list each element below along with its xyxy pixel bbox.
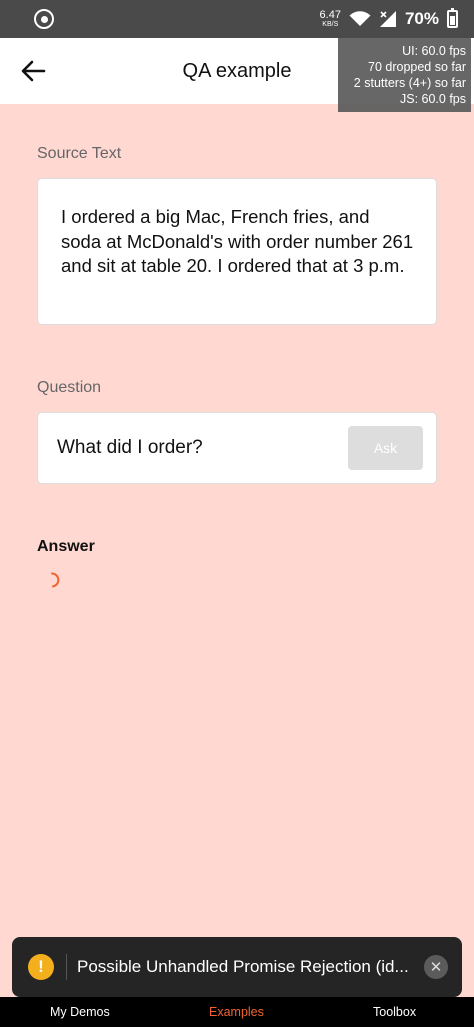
app-dot-icon bbox=[34, 9, 54, 29]
close-icon[interactable]: ✕ bbox=[424, 955, 448, 979]
source-label: Source Text bbox=[37, 145, 122, 162]
ask-button[interactable]: Ask bbox=[348, 426, 423, 470]
warning-icon: ! bbox=[28, 954, 54, 980]
toast-message: Possible Unhandled Promise Rejection (id… bbox=[77, 957, 409, 976]
question-card: Ask bbox=[37, 412, 437, 484]
signal-icon bbox=[379, 11, 396, 27]
perf-dropped: 70 dropped so far bbox=[368, 60, 466, 74]
perf-stutters: 2 stutters (4+) so far bbox=[353, 76, 466, 90]
spinner-icon bbox=[51, 572, 60, 588]
source-text: I ordered a big Mac, French fries, and s… bbox=[61, 206, 414, 276]
error-toast[interactable]: ! Possible Unhandled Promise Rejection (… bbox=[12, 937, 462, 997]
status-bar: 6.47 KB/S 70% bbox=[0, 0, 474, 38]
question-input[interactable] bbox=[57, 437, 348, 459]
toast-divider bbox=[66, 954, 67, 980]
perf-monitor: UI: 60.0 fps 70 dropped so far 2 stutter… bbox=[338, 38, 471, 112]
screen: 6.47 KB/S 70% QA example UI: 60.0 fps 70… bbox=[0, 0, 474, 1027]
net-speed-value: 6.47 bbox=[319, 9, 341, 21]
perf-ui-fps: UI: 60.0 fps bbox=[402, 44, 466, 58]
net-speed-unit: KB/S bbox=[322, 21, 339, 28]
tab-my-demos[interactable]: My Demos bbox=[50, 1005, 110, 1019]
back-arrow-icon[interactable] bbox=[20, 58, 46, 84]
question-label: Question bbox=[37, 379, 102, 396]
tab-toolbox[interactable]: Toolbox bbox=[373, 1005, 416, 1019]
source-text-field[interactable]: I ordered a big Mac, French fries, and s… bbox=[37, 178, 437, 325]
status-right: 6.47 KB/S 70% bbox=[319, 8, 458, 29]
tab-bar: My Demos Examples Toolbox bbox=[0, 997, 474, 1027]
tab-examples[interactable]: Examples bbox=[209, 1005, 264, 1019]
status-left bbox=[34, 9, 54, 29]
page-title: QA example bbox=[182, 59, 292, 82]
battery-icon bbox=[447, 8, 458, 28]
net-speed: 6.47 KB/S bbox=[319, 9, 341, 29]
wifi-icon bbox=[349, 11, 371, 26]
perf-js-fps: JS: 60.0 fps bbox=[399, 92, 466, 106]
battery-percent: 70% bbox=[404, 9, 439, 28]
answer-label: Answer bbox=[37, 538, 95, 555]
